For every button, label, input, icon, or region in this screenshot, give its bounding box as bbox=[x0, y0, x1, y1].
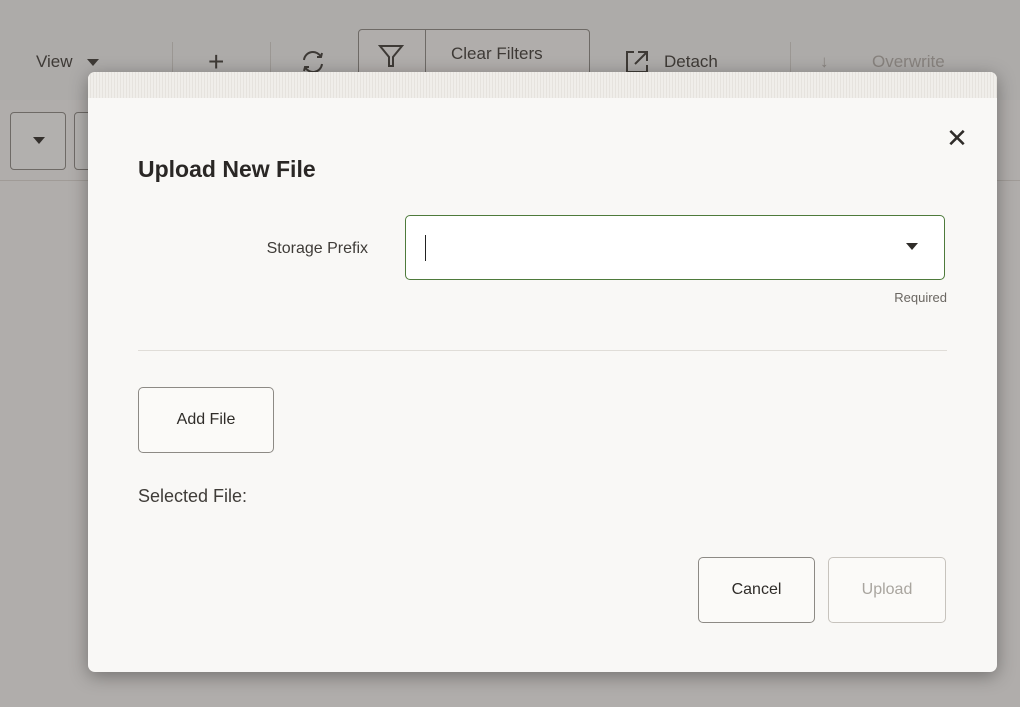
divider bbox=[138, 350, 947, 351]
add-file-button[interactable]: Add File bbox=[138, 387, 274, 453]
dialog-title: Upload New File bbox=[138, 156, 316, 182]
required-hint: Required bbox=[894, 290, 947, 305]
close-icon[interactable]: ✕ bbox=[943, 123, 971, 153]
storage-prefix-select[interactable] bbox=[405, 215, 945, 280]
upload-button[interactable]: Upload bbox=[828, 557, 946, 623]
dialog-drag-handle[interactable] bbox=[88, 72, 997, 98]
upload-dialog: ✕ Upload New File Storage Prefix Require… bbox=[88, 72, 997, 672]
storage-prefix-label: Storage Prefix bbox=[266, 240, 368, 257]
text-cursor bbox=[425, 235, 426, 261]
cancel-button[interactable]: Cancel bbox=[698, 557, 815, 623]
selected-file-label: Selected File: bbox=[138, 486, 248, 506]
chevron-down-icon[interactable] bbox=[906, 243, 918, 250]
